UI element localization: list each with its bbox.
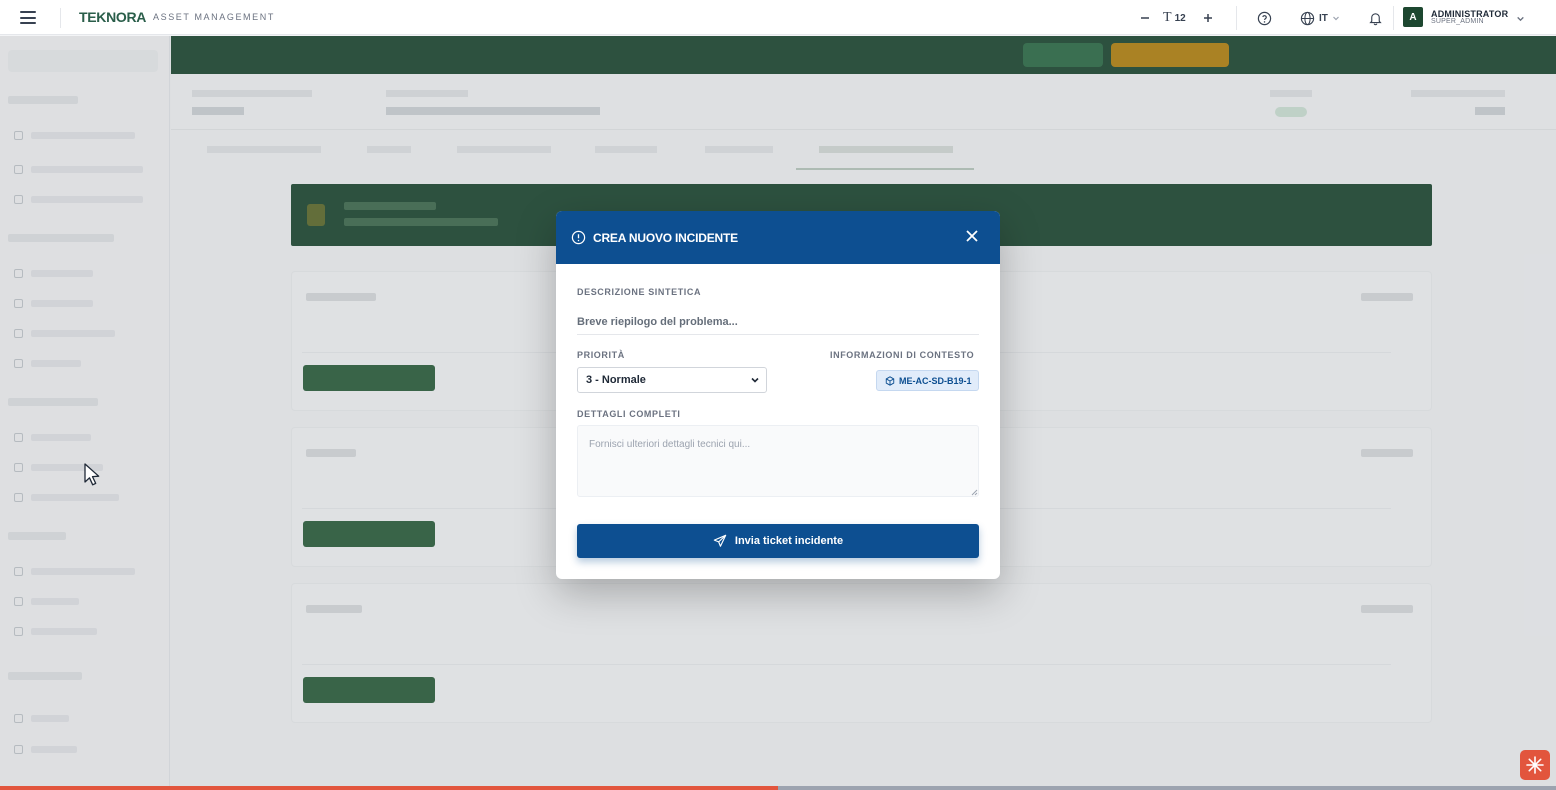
short-description-label: DESCRIZIONE SINTETICA (577, 287, 702, 297)
details-textarea[interactable] (577, 425, 979, 497)
language-selector[interactable]: IT (1300, 8, 1340, 28)
app-logo-subtitle: ASSET MANAGEMENT (153, 12, 275, 22)
increase-font-button[interactable] (1203, 8, 1213, 28)
minus-icon (1141, 17, 1149, 19)
topbar-divider (1393, 6, 1394, 30)
details-label: DETTAGLI COMPLETI (577, 409, 681, 419)
context-info-label: INFORMAZIONI DI CONTESTO (830, 350, 975, 360)
priority-select[interactable]: 3 - Normale (577, 367, 767, 393)
decrease-font-button[interactable] (1140, 8, 1150, 28)
avatar[interactable]: A (1403, 7, 1423, 27)
help-button[interactable] (1257, 8, 1272, 28)
priority-value: 3 - Normale (586, 374, 646, 386)
create-incident-modal: CREA NUOVO INCIDENTE DESCRIZIONE SINTETI… (556, 211, 1000, 579)
user-menu-toggle[interactable] (1516, 8, 1525, 28)
page-progress-fill (0, 786, 778, 790)
mouse-cursor-icon (84, 463, 100, 486)
page-progress-bar (0, 786, 1556, 790)
logo-divider (60, 8, 61, 28)
menu-icon[interactable] (20, 11, 36, 24)
notifications-button[interactable] (1368, 8, 1383, 28)
short-description-input[interactable] (577, 309, 979, 335)
priority-label: PRIORITÀ (577, 350, 625, 360)
chevron-down-icon (751, 377, 759, 383)
language-label: IT (1319, 12, 1328, 24)
assistant-launcher-button[interactable] (1520, 750, 1550, 780)
topbar-divider (1236, 6, 1237, 30)
top-bar: TEKNORA ASSET MANAGEMENT T 12 IT A ADMIN… (0, 0, 1556, 35)
submit-incident-label: Invia ticket incidente (734, 535, 844, 547)
plus-icon (1204, 14, 1212, 22)
font-size-label: T (1163, 10, 1172, 25)
help-icon (1257, 11, 1272, 25)
font-size-value: 12 (1174, 12, 1186, 24)
context-asset-code: ME-AC-SD-B19-1 (899, 375, 972, 386)
sparkle-icon (1526, 756, 1544, 774)
user-role: SUPER_ADMIN (1431, 18, 1484, 25)
globe-icon (1300, 11, 1315, 25)
bell-icon (1369, 12, 1382, 25)
resize-handle-icon[interactable] (971, 489, 978, 496)
chevron-down-icon (1332, 16, 1339, 21)
chevron-down-icon (1517, 16, 1524, 21)
send-icon (713, 534, 727, 547)
box-icon (885, 375, 895, 386)
font-size-indicator: T 12 (1163, 8, 1186, 28)
app-logo[interactable]: TEKNORA (79, 9, 146, 25)
close-icon (966, 230, 978, 242)
modal-header: CREA NUOVO INCIDENTE (556, 211, 1000, 264)
modal-title: CREA NUOVO INCIDENTE (593, 231, 738, 245)
context-asset-tag[interactable]: ME-AC-SD-B19-1 (876, 370, 979, 391)
submit-incident-button[interactable]: Invia ticket incidente (577, 524, 979, 558)
close-button[interactable] (964, 228, 980, 244)
alert-circle-icon (571, 230, 586, 245)
